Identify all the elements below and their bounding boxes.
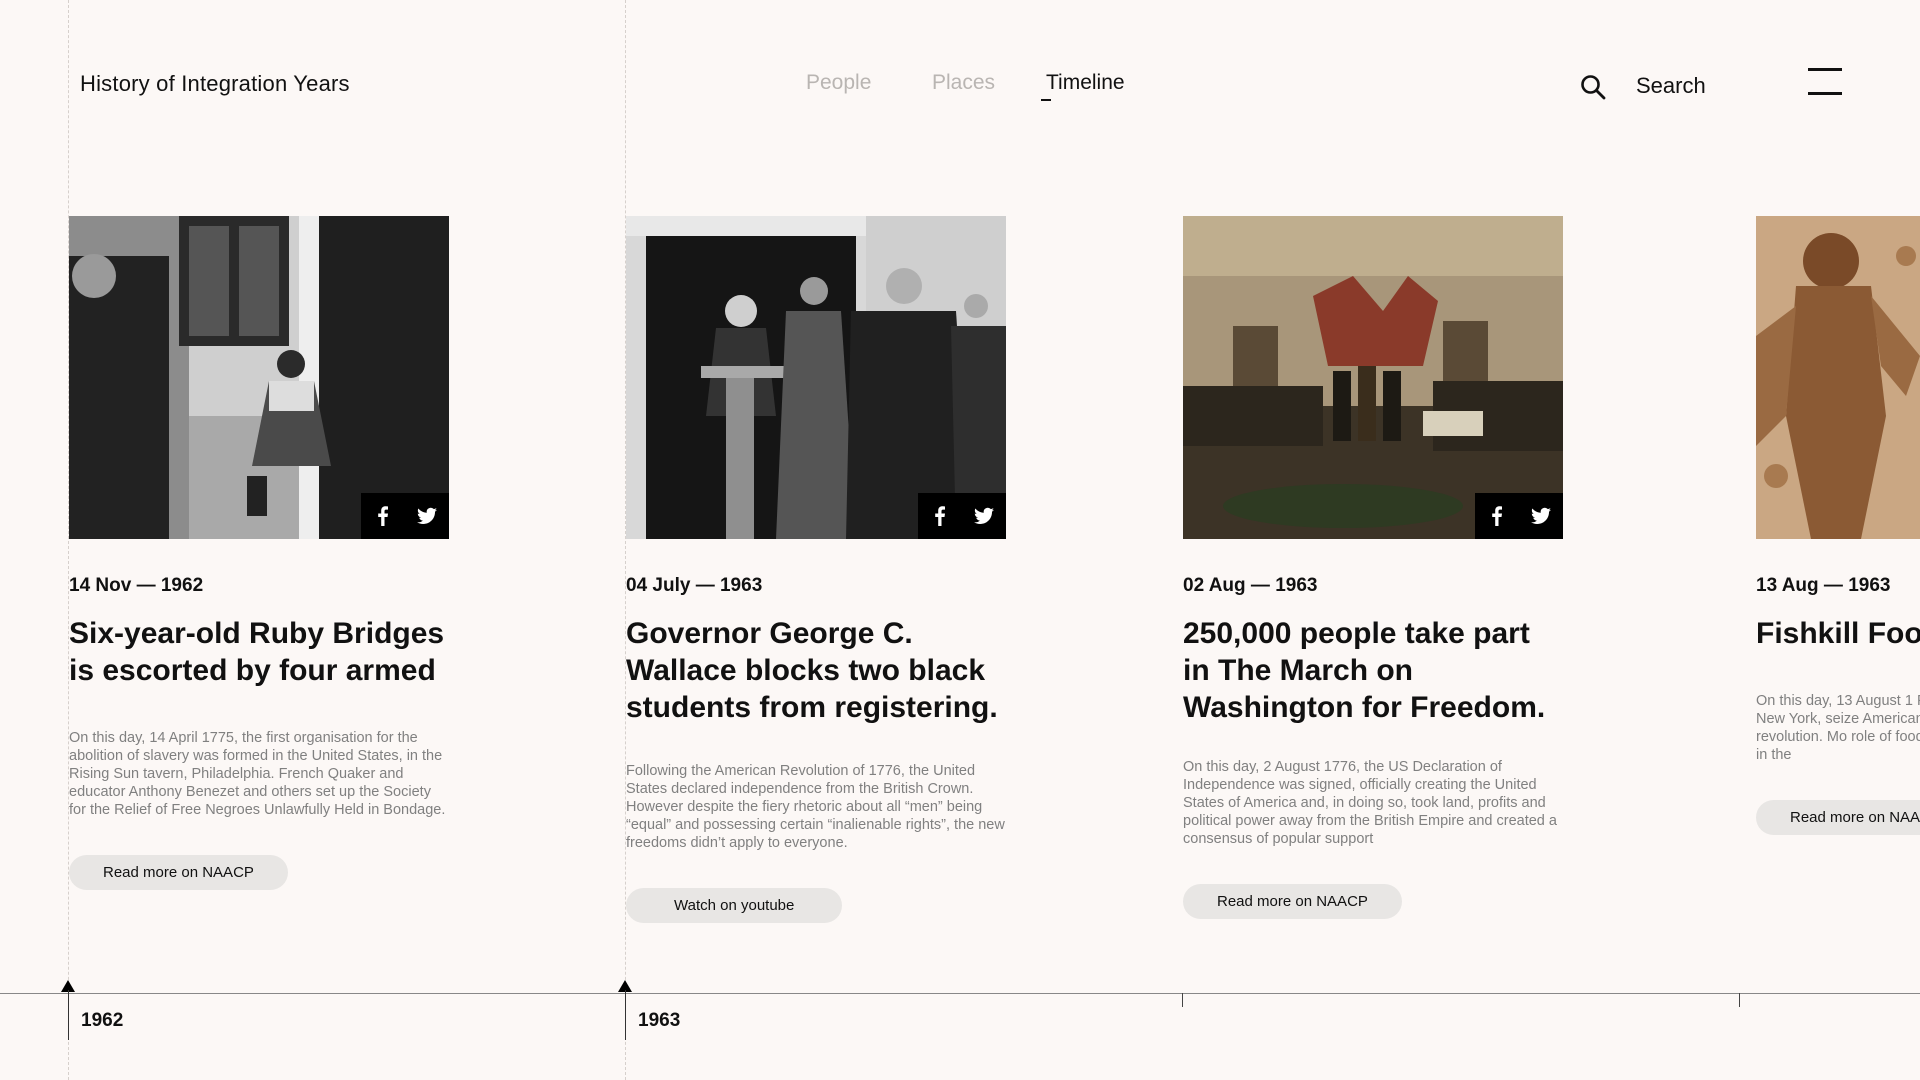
twitter-icon[interactable]: [417, 506, 437, 526]
event-image: [626, 216, 1006, 539]
site-title[interactable]: History of Integration Years: [80, 71, 350, 97]
read-more-button[interactable]: Read more on NAA: [1756, 800, 1920, 835]
share-buttons: [361, 493, 449, 539]
facebook-icon[interactable]: [930, 506, 950, 526]
event-title: Governor George C. Wallace blocks two bl…: [626, 617, 998, 724]
event-date: 13 Aug — 1963: [1756, 575, 1891, 596]
twitter-icon[interactable]: [1531, 506, 1551, 526]
event-title: 250,000 people take part in The March on…: [1183, 617, 1546, 724]
read-more-button[interactable]: Read more on NAACP: [1183, 884, 1402, 919]
facebook-icon[interactable]: [373, 506, 393, 526]
event-card: 13 Aug — 1963 Fishkill Foo In New York O…: [1756, 216, 1920, 835]
active-nav-indicator: [1041, 99, 1051, 101]
event-date: 02 Aug — 1963: [1183, 575, 1318, 596]
event-date: 04 July — 1963: [626, 575, 763, 596]
timeline-marker: [68, 990, 69, 1040]
event-card: 04 July — 1963 Governor George C. Wallac…: [626, 216, 1006, 923]
timeline-year[interactable]: 1962: [81, 1010, 123, 1032]
nav-people[interactable]: People: [806, 71, 871, 95]
nav-places[interactable]: Places: [932, 71, 995, 95]
search-icon[interactable]: [1580, 74, 1606, 100]
timeline-tick: [1182, 993, 1183, 1007]
facebook-icon[interactable]: [1487, 506, 1507, 526]
event-title: Six-year-old Ruby Bridges is escorted by…: [69, 617, 445, 687]
timeline-axis: [0, 993, 1920, 994]
event-description: On this day, 2 August 1776, the US Decla…: [1183, 759, 1557, 847]
event-card: 02 Aug — 1963 250,000 people take part i…: [1183, 216, 1563, 919]
watch-youtube-button[interactable]: Watch on youtube: [626, 888, 843, 923]
event-image: [69, 216, 449, 539]
event-title: Fishkill Foo In New York: [1756, 617, 1920, 650]
share-buttons: [1475, 493, 1563, 539]
event-date: 14 Nov — 1962: [69, 575, 204, 596]
event-description: On this day, 14 April 1775, the first or…: [69, 730, 446, 818]
timeline-marker: [625, 990, 626, 1040]
event-card: 14 Nov — 1962 Six-year-old Ruby Bridges …: [69, 216, 449, 890]
twitter-icon[interactable]: [974, 506, 994, 526]
nav-timeline[interactable]: Timeline: [1046, 71, 1125, 95]
menu-icon[interactable]: [1808, 68, 1842, 96]
event-description: Following the American Revolution of 177…: [626, 763, 1005, 851]
read-more-button[interactable]: Read more on NAACP: [69, 855, 288, 890]
event-image: [1756, 216, 1920, 539]
search-label[interactable]: Search: [1636, 73, 1706, 99]
timeline-tick: [1739, 993, 1740, 1007]
event-image: [1183, 216, 1563, 539]
share-buttons: [918, 493, 1006, 539]
timeline-year[interactable]: 1963: [638, 1010, 680, 1032]
event-description: On this day, 13 August 1 Fishkill, New Y…: [1756, 693, 1920, 763]
